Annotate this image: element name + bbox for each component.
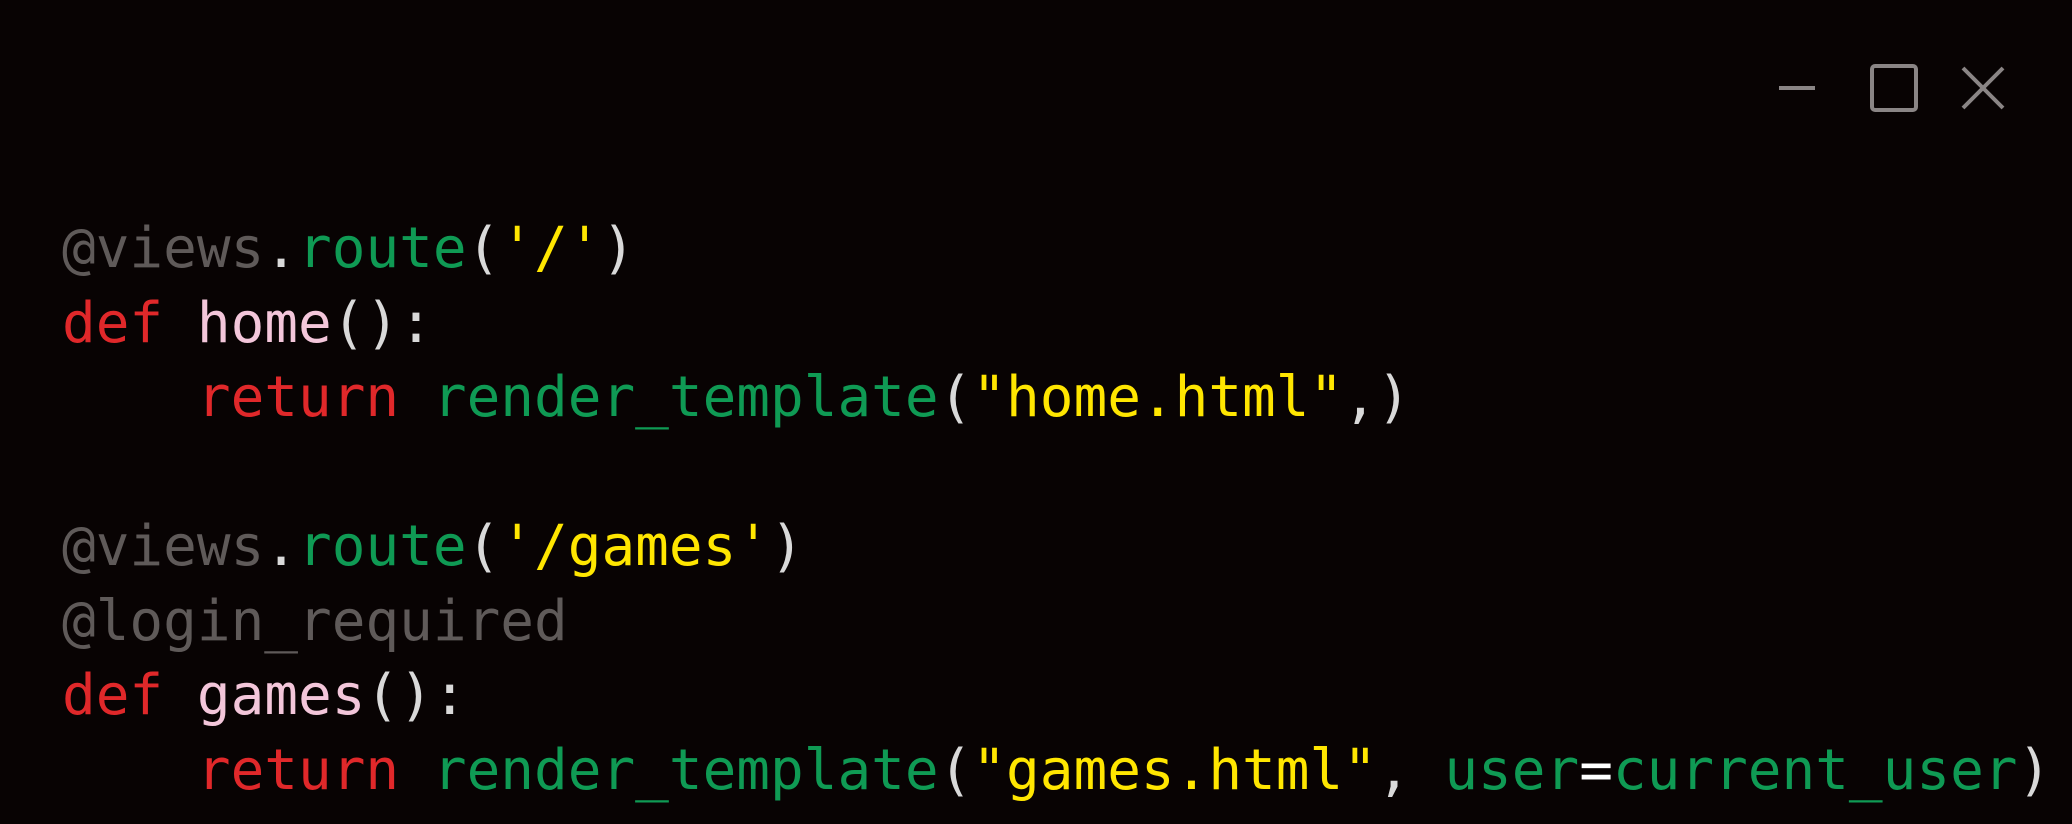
- code-token-punct: ): [2017, 737, 2052, 803]
- close-icon[interactable]: [1955, 60, 2011, 116]
- code-token-punct: [163, 663, 197, 728]
- code-token-string: '/': [500, 216, 602, 281]
- code-line: return render_template("games.html", use…: [62, 734, 2051, 809]
- minimize-icon[interactable]: [1769, 60, 1825, 116]
- code-token-punct: (: [938, 365, 973, 430]
- code-token-keyword: def: [62, 290, 164, 356]
- code-line: def games():: [62, 659, 2051, 734]
- code-token-func: route: [298, 514, 467, 579]
- code-token-punct: (: [466, 514, 501, 579]
- code-token-punct: [163, 291, 197, 356]
- code-token-func: route: [298, 216, 467, 281]
- code-token-string: "home.html": [972, 365, 1344, 430]
- code-token-punct: .: [264, 216, 299, 281]
- code-token-punct: ): [770, 514, 804, 579]
- code-token-op: =: [1579, 737, 1613, 803]
- code-token-decorator: @login_required: [62, 588, 568, 654]
- code-token-punct: [62, 365, 197, 430]
- code-token-punct: (: [938, 737, 973, 803]
- code-token-punct: (: [466, 216, 501, 281]
- code-token-punct: [399, 738, 433, 803]
- code-block: @views.route('/') def home(): return rend…: [62, 212, 2051, 808]
- code-line: @views.route('/games'): [62, 510, 2051, 585]
- code-token-keyword: def: [62, 663, 164, 728]
- code-token-param: current_user: [1612, 737, 2018, 803]
- code-token-string: '/games': [500, 514, 771, 579]
- code-token-punct: ,: [1376, 737, 1445, 803]
- code-token-defname: home: [196, 290, 332, 356]
- title-bar: [0, 0, 2072, 150]
- code-token-keyword: return: [196, 737, 400, 803]
- maximize-icon[interactable]: [1866, 60, 1922, 116]
- code-line: @views.route('/'): [62, 212, 2051, 287]
- code-token-keyword: return: [196, 365, 400, 430]
- code-token-punct: .: [264, 514, 299, 579]
- code-token-punct: ): [601, 216, 636, 281]
- code-token-string: "games.html": [972, 737, 1377, 803]
- code-line: @login_required: [62, 585, 2051, 660]
- code-token-param: user: [1444, 737, 1580, 803]
- code-token-punct: ():: [365, 663, 467, 728]
- code-token-func: render_template: [432, 737, 939, 803]
- code-token-punct: [62, 738, 197, 803]
- code-token-punct: [399, 365, 433, 430]
- code-token-defname: games: [196, 663, 366, 728]
- code-token-decorator: @views: [62, 514, 265, 579]
- code-window: @views.route('/') def home(): return rend…: [0, 0, 2072, 824]
- code-token-decorator: @views: [62, 216, 265, 281]
- code-line: def home():: [62, 287, 2051, 362]
- code-token-punct: ():: [331, 290, 433, 356]
- code-line: return render_template("home.html",): [62, 361, 2051, 436]
- code-token-func: render_template: [432, 365, 939, 430]
- code-token-punct: ,): [1343, 365, 1411, 430]
